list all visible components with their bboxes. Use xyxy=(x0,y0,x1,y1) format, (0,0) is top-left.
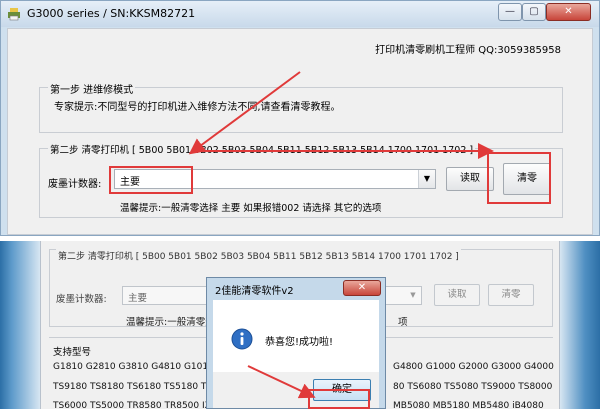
step2-tip: 温馨提示:一般清零选择 主要 如果报错002 请选择 其它的选项 xyxy=(120,203,382,214)
models-line-2-left: TS9180 TS8180 TS6180 TS5180 TS xyxy=(53,382,213,392)
bottom-counter-value: 主要 xyxy=(128,293,148,304)
maximize-button[interactable]: ▢ xyxy=(522,3,546,21)
dialog-title: 2佳能清零软件v2 xyxy=(215,286,294,297)
title-bar[interactable]: G3000 series / SN:KKSM82721 — ▢ ✕ xyxy=(1,1,599,27)
chevron-down-icon[interactable]: ▼ xyxy=(405,287,421,304)
bottom-tip-left: 温馨提示:一般清零选 xyxy=(126,317,215,328)
step1-hint: 专家提示:不同型号的打印机进入维修方法不同,请查看清零教程。 xyxy=(54,102,341,113)
step2-title: 第二步 清零打印机 [ 5B00 5B01 5B02 5B03 5B04 5B1… xyxy=(48,142,476,156)
bottom-step2-title: 第二步 清零打印机 [ 5B00 5B01 5B02 5B03 5B04 5B1… xyxy=(56,249,461,262)
main-window: G3000 series / SN:KKSM82721 — ▢ ✕ 打印机清零刷… xyxy=(0,0,600,236)
bottom-clear-button[interactable]: 清零 xyxy=(488,284,534,306)
models-line-1-right: G4800 G1000 G2000 G3000 G4000 xyxy=(393,362,554,372)
models-line-1-left: G1810 G2810 G3810 G4810 G1010 G xyxy=(53,362,224,372)
minimize-button[interactable]: — xyxy=(498,3,522,21)
info-icon xyxy=(231,328,253,350)
counter-label: 废墨计数器: xyxy=(48,179,102,190)
models-line-3-left: TS6000 TS5000 TR8580 TR8500 IX6 xyxy=(53,401,217,409)
annotation-box-ok xyxy=(308,389,370,409)
printer-app-icon xyxy=(8,8,20,21)
bottom-tip-right: 项 xyxy=(398,317,408,328)
models-title: 支持型号 xyxy=(53,347,92,358)
step1-group: 第一步 进维修模式 专家提示:不同型号的打印机进入维修方法不同,请查看清零教程。 xyxy=(39,81,563,133)
dialog-message: 恭喜您!成功啦! xyxy=(265,337,334,348)
annotation-box-counter xyxy=(109,166,193,194)
bottom-counter-label: 废墨计数器: xyxy=(56,294,107,305)
annotation-box-clear xyxy=(487,152,551,204)
models-line-3-right: MB5080 MB5180 MB5480 iB4080 xyxy=(393,401,544,409)
window-title: G3000 series / SN:KKSM82721 xyxy=(27,7,196,20)
bottom-read-button[interactable]: 读取 xyxy=(434,284,480,306)
dialog-close-button[interactable]: ✕ xyxy=(343,280,381,296)
engineer-contact: 打印机清零刷机工程师 QQ:3059385958 xyxy=(375,45,561,56)
step1-title: 第一步 进维修模式 xyxy=(48,81,136,96)
models-line-2-right: 80 TS6080 TS5080 TS9000 TS8000 xyxy=(393,382,553,392)
chevron-down-icon[interactable]: ▼ xyxy=(418,170,435,188)
close-button[interactable]: ✕ xyxy=(546,3,591,21)
